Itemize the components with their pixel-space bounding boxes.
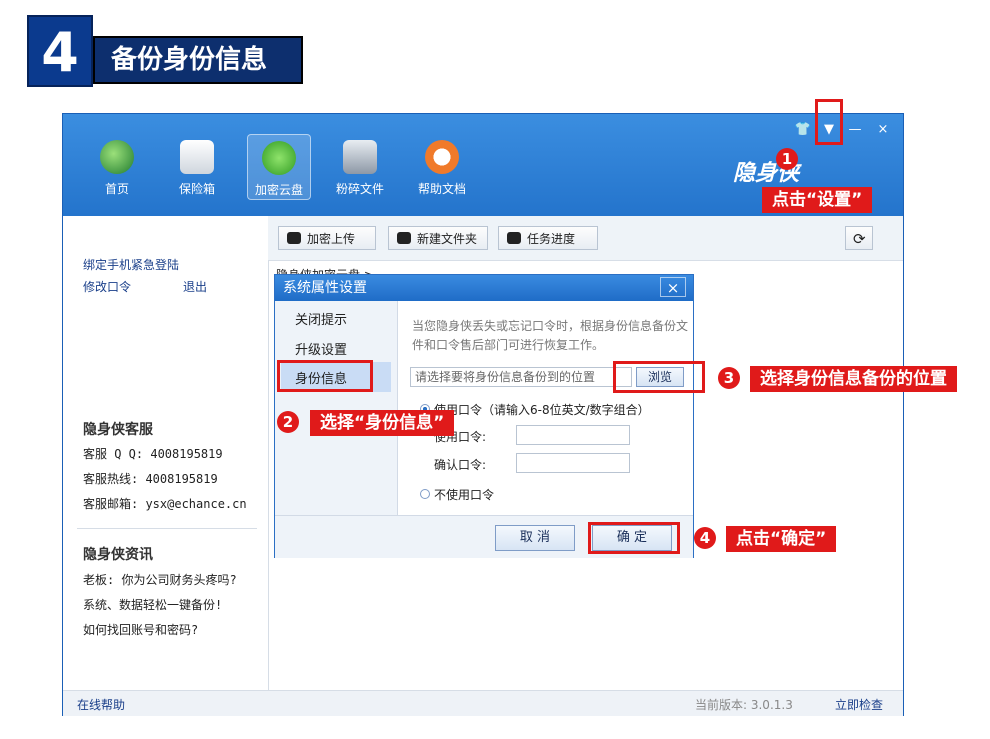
sidebar: 绑定手机紧急登陆 修改口令 退出 隐身侠客服 客服 Q Q: 400819581… <box>63 216 269 690</box>
upload-label: 加密上传 <box>307 232 356 246</box>
sidebar-divider <box>77 528 257 529</box>
dialog-body: 当您隐身侠丢失或忘记口令时，根据身份信息备份文件和口令售后部门可进行恢复工作。 … <box>398 301 693 515</box>
toolbar-cloud-label: 加密云盘 <box>254 183 303 197</box>
toolbar-help-label: 帮助文档 <box>417 182 466 196</box>
annotation-callout: 选择“身份信息” <box>310 410 455 436</box>
annotation-box-browse <box>613 361 705 393</box>
annotation-callout: 点击“设置” <box>762 187 873 213</box>
toolbar-shred-label: 粉碎文件 <box>335 182 384 196</box>
password-input[interactable] <box>516 425 630 445</box>
nav-upgrade[interactable]: 升级设置 <box>295 339 347 358</box>
refresh-button[interactable]: ⟳ <box>845 226 873 250</box>
skin-icon[interactable]: 👕 <box>793 122 813 137</box>
toolbar-home-label: 首页 <box>104 182 129 196</box>
plus-icon <box>397 232 411 244</box>
main-toolbar: 加密上传 新建文件夹 任务进度 ⟳ <box>268 216 903 261</box>
step-number: 4 <box>27 15 93 87</box>
annotation-callout: 选择身份信息备份的位置 <box>750 366 957 392</box>
annotation-number: 3 <box>718 367 740 389</box>
toolbar-vault-label: 保险箱 <box>178 182 215 196</box>
toolbar-shred-button[interactable]: 粉碎文件 <box>328 134 392 200</box>
dialog-nav: 关闭提示 升级设置 <box>275 301 398 515</box>
no-password-radio[interactable] <box>420 489 430 499</box>
use-password-label: 使用口令（请输入6-8位英文/数字组合） <box>434 403 650 417</box>
news-item[interactable]: 老板: 你为公司财务头疼吗? <box>83 571 237 588</box>
close-icon[interactable]: × <box>873 122 893 137</box>
dialog-close-button[interactable]: × <box>660 277 686 297</box>
globe-icon <box>100 140 134 174</box>
cloud-icon <box>262 141 296 175</box>
check-update-link[interactable]: 立即检查 <box>835 696 883 713</box>
confirm-password-label: 确认口令: <box>434 458 487 472</box>
news-item[interactable]: 如何找回账号和密码? <box>83 621 198 638</box>
cancel-button[interactable]: 取 消 <box>495 525 575 551</box>
annotation-number: 1 <box>776 148 798 170</box>
step-title: 备份身份信息 <box>93 36 303 84</box>
safe-icon <box>180 140 214 174</box>
new-folder-label: 新建文件夹 <box>417 232 478 246</box>
lifebuoy-icon <box>425 140 459 174</box>
service-email: 客服邮箱: ysx@echance.cn <box>83 497 247 511</box>
identity-note: 当您隐身侠丢失或忘记口令时，根据身份信息备份文件和口令售后部门可进行恢复工作。 <box>412 319 689 352</box>
logout-link[interactable]: 退出 <box>183 278 207 295</box>
annotation-number: 2 <box>277 411 299 433</box>
toolbar-cloud-button[interactable]: 加密云盘 <box>247 134 311 200</box>
version-text: 当前版本: 3.0.1.3 <box>695 698 793 712</box>
annotation-number: 4 <box>694 527 716 549</box>
online-help-link[interactable]: 在线帮助 <box>77 696 125 713</box>
change-password-link[interactable]: 修改口令 <box>83 278 131 295</box>
bind-phone-link[interactable]: 绑定手机紧急登陆 <box>83 256 179 273</box>
service-hotline: 客服热线: 4008195819 <box>83 472 218 486</box>
annotation-box-identity <box>277 360 373 392</box>
minimize-icon[interactable]: — <box>845 122 865 137</box>
annotation-box-ok <box>588 522 680 554</box>
confirm-password-input[interactable] <box>516 453 630 473</box>
annotation-callout: 点击“确定” <box>726 526 837 552</box>
cloud-sync-icon <box>507 232 521 244</box>
toolbar-help-button[interactable]: 帮助文档 <box>410 134 474 200</box>
upload-button[interactable]: 加密上传 <box>278 226 376 250</box>
progress-button[interactable]: 任务进度 <box>498 226 598 250</box>
status-bar: 在线帮助 当前版本: 3.0.1.3 立即检查 <box>63 690 903 716</box>
toolbar-home-button[interactable]: 首页 <box>85 134 149 200</box>
shredder-icon <box>343 140 377 174</box>
no-password-label: 不使用口令 <box>434 488 495 502</box>
annotation-box-settings <box>815 99 843 145</box>
service-qq: 客服 Q Q: 4008195819 <box>83 447 223 461</box>
news-title: 隐身侠资讯 <box>83 547 153 563</box>
service-title: 隐身侠客服 <box>83 422 153 438</box>
progress-label: 任务进度 <box>527 232 576 246</box>
toolbar-vault-button[interactable]: 保险箱 <box>165 134 229 200</box>
new-folder-button[interactable]: 新建文件夹 <box>388 226 488 250</box>
nav-close-tips[interactable]: 关闭提示 <box>295 309 347 328</box>
refresh-icon: ⟳ <box>853 230 866 248</box>
news-item[interactable]: 系统、数据轻松一键备份! <box>83 596 222 613</box>
cloud-upload-icon <box>287 232 301 244</box>
dialog-title: 系统属性设置 <box>275 275 693 301</box>
backup-location-field[interactable]: 请选择要将身份信息备份到的位置 <box>410 367 632 387</box>
